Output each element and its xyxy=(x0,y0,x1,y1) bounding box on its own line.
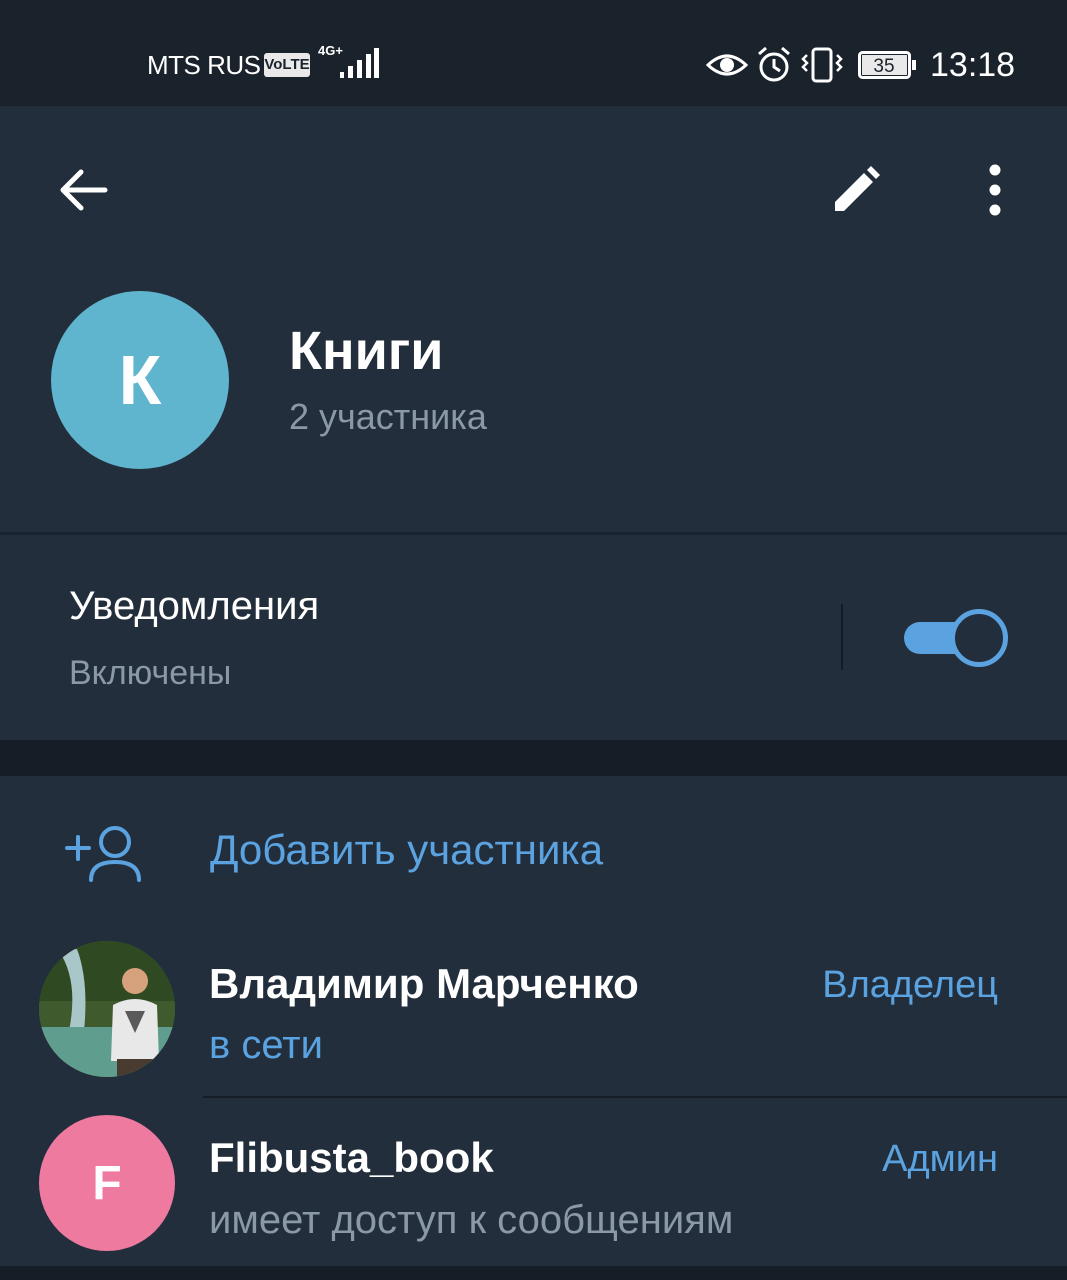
clock: 13:18 xyxy=(930,46,1016,84)
bottom-edge xyxy=(0,1266,1067,1280)
carrier-name: MTS RUS xyxy=(147,50,261,80)
volte-badge: VoLTE xyxy=(264,53,310,77)
member-avatar: F xyxy=(39,1115,175,1251)
notifications-separator xyxy=(841,604,843,670)
notifications-label: Уведомления xyxy=(69,584,320,628)
battery-icon: 35 xyxy=(858,51,918,84)
pencil-icon xyxy=(835,166,880,211)
group-member-count: 2 участника xyxy=(289,396,487,437)
edit-button[interactable] xyxy=(818,152,894,228)
app-bar xyxy=(0,106,1067,266)
group-avatar-letter: К xyxy=(118,341,162,419)
member-name: Flibusta_book xyxy=(209,1134,494,1181)
member-avatar-letter: F xyxy=(92,1156,122,1210)
vibrate-icon xyxy=(801,47,843,83)
avatar-photo-image xyxy=(39,941,175,1077)
group-title: Книги xyxy=(289,321,444,381)
section-gap xyxy=(0,740,1067,776)
alarm-icon xyxy=(758,46,790,82)
notifications-toggle[interactable] xyxy=(904,609,1008,667)
back-button[interactable] xyxy=(45,158,121,222)
battery-level: 35 xyxy=(873,56,894,77)
group-avatar[interactable]: К xyxy=(51,291,229,469)
member-role: Админ xyxy=(882,1138,998,1180)
arrow-left-icon xyxy=(60,169,108,211)
signal-icon xyxy=(340,48,379,78)
add-user-icon xyxy=(65,826,141,882)
member-status: имеет доступ к сообщениям xyxy=(209,1198,734,1242)
member-avatar-photo xyxy=(39,941,175,1077)
member-role: Владелец xyxy=(822,964,998,1006)
add-member-label: Добавить участника xyxy=(210,826,604,873)
toggle-knob xyxy=(950,609,1008,667)
eye-icon xyxy=(706,54,748,76)
more-vertical-icon xyxy=(989,164,1001,216)
member-name: Владимир Марченко xyxy=(209,960,639,1007)
member-status: в сети xyxy=(209,1023,323,1067)
notifications-status: Включены xyxy=(69,654,232,692)
more-options-button[interactable] xyxy=(965,152,1025,228)
